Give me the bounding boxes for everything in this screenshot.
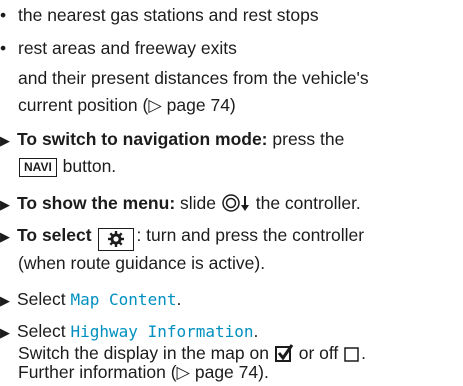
step-text: (when route guidance is active). [18, 253, 266, 273]
checkbox-unchecked-icon [343, 344, 361, 371]
page-ref-icon: ▷ [148, 95, 162, 115]
menu-item-map-content: Map Content [70, 290, 177, 309]
step-heading: To select [17, 225, 97, 245]
menu-item-highway-information: Highway Information [70, 322, 254, 341]
controller-slide-down-icon [221, 193, 251, 221]
settings-gear-icon [98, 228, 135, 251]
step-text: Further information (▷ page 74). [18, 362, 269, 382]
step-heading: To show the menu: [17, 193, 176, 213]
arrow-icon: ▶ [0, 325, 10, 340]
step-heading: To switch to navigation mode: [17, 129, 268, 149]
bullet-icon: • [0, 5, 7, 25]
page-ref-icon: ▷ [176, 362, 190, 382]
arrow-icon: ▶ [0, 133, 10, 148]
navi-key: NAVI [19, 158, 57, 177]
step-item: ▶ To show the menu: slide the controller. [0, 190, 361, 221]
arrow-icon: ▶ [0, 229, 10, 244]
step-item: ▶ Select Map Content. [0, 286, 181, 314]
manual-page: • the nearest gas stations and rest stops… [0, 0, 463, 382]
arrow-icon: ▶ [0, 197, 10, 212]
checkbox-checked-icon [274, 343, 294, 371]
step-item: ▶ To switch to navigation mode: press the [0, 126, 344, 154]
bullet-text: rest areas and freeway exits [18, 38, 237, 58]
continuation-text: current position (▷ page 74) [18, 95, 236, 115]
bullet-item: • the nearest gas stations and rest stops [0, 2, 319, 29]
bullet-icon: • [0, 38, 7, 58]
continuation-text: and their present distances from the veh… [18, 68, 369, 88]
bullet-item: • rest areas and freeway exits [0, 35, 237, 62]
step-item: ▶ To select : turn and press the controll… [0, 222, 364, 251]
step-text: NAVI button. [18, 153, 116, 180]
bullet-text: the nearest gas stations and rest stops [18, 5, 319, 25]
arrow-icon: ▶ [0, 293, 10, 308]
